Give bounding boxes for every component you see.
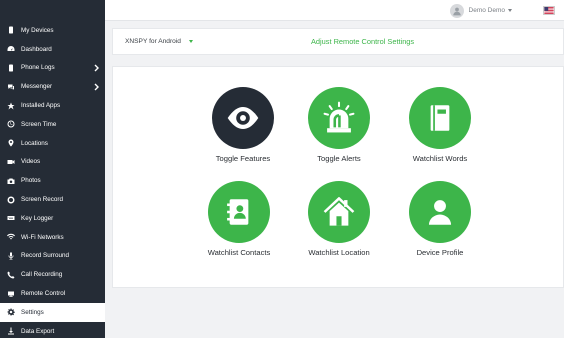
feature-label: Toggle Features: [215, 154, 271, 163]
download-icon: [6, 327, 15, 336]
sidebar-item-locations[interactable]: Locations: [0, 134, 105, 153]
location-pin-icon: [6, 139, 15, 148]
device-select-value: XNSPY for Android: [125, 38, 181, 45]
contacts-book-icon: [227, 199, 249, 225]
user-icon: [452, 7, 461, 15]
sidebar-item-messenger[interactable]: Messenger: [0, 77, 105, 96]
sidebar-item-label: Photos: [21, 177, 41, 185]
sidebar-item-label: Phone Logs: [21, 64, 55, 72]
gear-icon: [6, 308, 15, 317]
clock-icon: [6, 120, 15, 129]
sidebar-item-label: Videos: [21, 158, 41, 166]
sidebar-item-label: Installed Apps: [21, 102, 61, 110]
sidebar-item-data-export[interactable]: Data Export: [0, 322, 105, 338]
messenger-icon: [6, 82, 15, 91]
us-flag-icon[interactable]: [543, 6, 555, 15]
feature-label: Toggle Alerts: [317, 154, 361, 163]
topbar: Demo Demo: [105, 0, 564, 21]
eye-icon: [227, 106, 259, 130]
sidebar-item-label: Wi-Fi Networks: [21, 233, 64, 241]
call-icon: [6, 270, 15, 279]
sidebar: My Devices Dashboard Phone Logs Messenge…: [0, 0, 105, 338]
page-title: Adjust Remote Control Settings: [311, 37, 415, 46]
watchlist-location-circle: [308, 181, 370, 243]
sidebar-item-label: Remote Control: [21, 290, 66, 298]
device-profile-tile[interactable]: Device Profile: [390, 181, 490, 257]
device-select[interactable]: XNSPY for Android: [125, 38, 193, 45]
toggle-alerts-circle: [308, 87, 370, 149]
keyboard-icon: [6, 214, 15, 223]
siren-icon: [323, 101, 355, 133]
sidebar-item-label: My Devices: [21, 26, 54, 34]
wifi-icon: [6, 233, 15, 242]
watchlist-contacts-circle: [208, 181, 270, 243]
chevron-right-icon: [94, 83, 99, 91]
sidebar-item-screen-time[interactable]: Screen Time: [0, 115, 105, 134]
sidebar-item-photos[interactable]: Photos: [0, 171, 105, 190]
sidebar-item-label: Call Recording: [21, 271, 63, 279]
user-icon: [428, 200, 452, 225]
video-icon: [6, 157, 15, 166]
sidebar-item-label: Screen Time: [21, 120, 57, 128]
sidebar-item-label: Key Logger: [21, 214, 54, 222]
sidebar-item-label: Record Surround: [21, 252, 69, 260]
feature-label: Device Profile: [416, 248, 464, 257]
sidebar-item-my-devices[interactable]: My Devices: [0, 21, 105, 40]
sidebar-item-wifi-networks[interactable]: Wi-Fi Networks: [0, 228, 105, 247]
phone-icon: [6, 26, 15, 35]
chevron-down-icon: [508, 9, 512, 12]
feature-label: Watchlist Location: [308, 248, 370, 257]
features-panel: Toggle Features Toggle Alerts Watchlist …: [112, 66, 564, 288]
sidebar-item-dashboard[interactable]: Dashboard: [0, 40, 105, 59]
feature-label: Watchlist Words: [412, 154, 468, 163]
sidebar-item-remote-control[interactable]: Remote Control: [0, 284, 105, 303]
sidebar-item-phone-logs[interactable]: Phone Logs: [0, 59, 105, 78]
sidebar-item-label: Data Export: [21, 327, 55, 335]
apps-icon: [6, 101, 15, 110]
device-profile-circle: [409, 181, 471, 243]
phone-logs-icon: [6, 63, 15, 72]
avatar: [449, 3, 464, 18]
user-menu[interactable]: Demo Demo: [449, 3, 512, 18]
sidebar-item-settings[interactable]: Settings: [0, 302, 105, 322]
sidebar-item-call-recording[interactable]: Call Recording: [0, 265, 105, 284]
toggle-alerts-tile[interactable]: Toggle Alerts: [289, 87, 389, 163]
dashboard-icon: [6, 45, 15, 54]
feature-label: Watchlist Contacts: [207, 248, 271, 257]
watchlist-words-circle: [409, 87, 471, 149]
sidebar-item-installed-apps[interactable]: Installed Apps: [0, 96, 105, 115]
sidebar-item-label: Locations: [21, 139, 48, 147]
toggle-features-circle: [212, 87, 274, 149]
sidebar-item-label: Messenger: [21, 83, 53, 91]
sidebar-item-label: Screen Record: [21, 196, 63, 204]
sidebar-item-videos[interactable]: Videos: [0, 153, 105, 172]
watchlist-words-tile[interactable]: Watchlist Words: [390, 87, 490, 163]
camera-icon: [6, 176, 15, 185]
chevron-right-icon: [94, 64, 99, 72]
control-bar: XNSPY for Android Adjust Remote Control …: [112, 28, 564, 55]
record-icon: [6, 195, 15, 204]
sidebar-item-key-logger[interactable]: Key Logger: [0, 209, 105, 228]
sidebar-item-label: Dashboard: [21, 45, 52, 53]
toggle-features-tile[interactable]: Toggle Features: [193, 87, 293, 163]
sidebar-item-screen-record[interactable]: Screen Record: [0, 190, 105, 209]
sidebar-item-label: Settings: [21, 308, 44, 316]
sidebar-item-record-surround[interactable]: Record Surround: [0, 247, 105, 266]
chevron-down-icon: [188, 40, 193, 43]
watchlist-location-tile[interactable]: Watchlist Location: [289, 181, 389, 257]
watchlist-contacts-tile[interactable]: Watchlist Contacts: [189, 181, 289, 257]
remote-icon: [6, 289, 15, 298]
microphone-icon: [6, 251, 15, 260]
book-icon: [430, 105, 450, 131]
house-icon: [323, 197, 355, 226]
user-name: Demo Demo: [468, 7, 505, 14]
